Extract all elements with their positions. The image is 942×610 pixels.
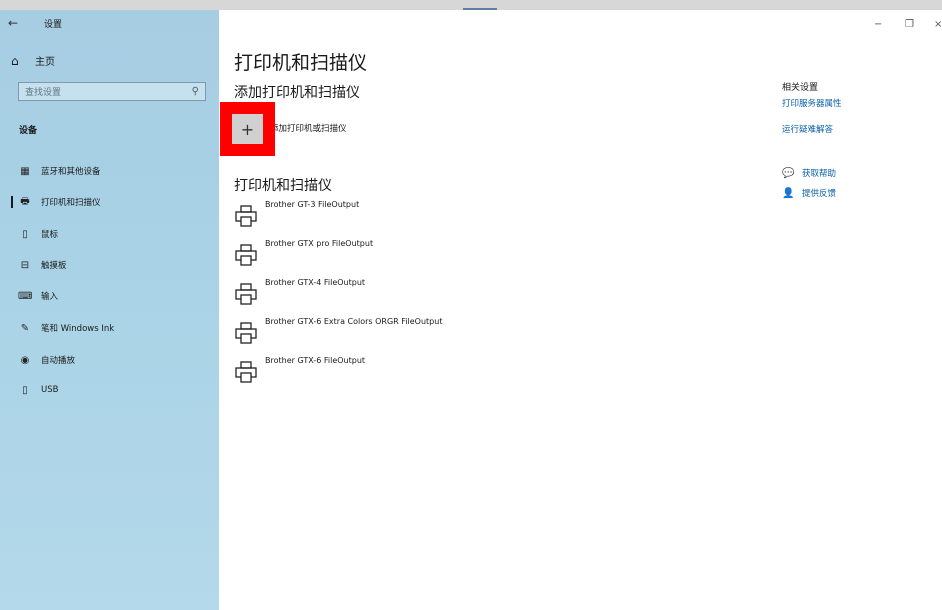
search-icon: ⚲ [191,86,199,97]
bluetooth-devices-icon: ▦ [20,165,30,177]
printer-icon [235,205,257,227]
window-title: 设置 [44,19,63,30]
printer-name: Brother GTX-6 FileOutput [265,356,366,365]
minimize-icon[interactable]: − [874,19,882,30]
back-arrow-icon[interactable]: ← [8,16,30,30]
printers-section-title: 打印机和扫描仪 [234,178,332,194]
printer-icon: 🖶 [20,195,30,207]
printer-icon [235,283,257,305]
sidebar-item-label: 蓝牙和其他设备 [41,167,101,177]
mouse-icon: ▯ [22,228,28,240]
sidebar-item-label: 鼠标 [41,230,59,240]
printer-icon [235,244,257,266]
printer-name: Brother GTX pro FileOutput [265,239,374,248]
get-help-link[interactable]: 💬 获取帮助 [782,167,837,180]
printer-name: Brother GTX-6 Extra Colors ORGR FileOutp… [265,317,443,326]
top-strip [0,0,942,10]
search-input[interactable]: 查找设置 ⚲ [18,82,206,101]
help-icon: 💬 [782,167,795,179]
sidebar-item-touchpad[interactable]: ⊟ 触摸板 [0,254,219,276]
sidebar-item-mouse[interactable]: ▯ 鼠标 [0,223,219,245]
printer-icon [235,322,257,344]
sidebar-home[interactable]: ⌂ 主页 [11,53,55,69]
sidebar-item-label: 自动播放 [41,356,76,366]
feedback-link[interactable]: 👤 提供反馈 [782,187,837,200]
restore-icon[interactable]: ❐ [905,19,914,30]
sidebar-item-label: 触摸板 [41,261,67,271]
home-label: 主页 [35,57,55,68]
title-bar: ← 设置 [8,14,62,32]
highlight-box: + [220,102,275,156]
list-item[interactable]: Brother GTX-4 FileOutput [234,278,534,308]
keyboard-icon: ⌨ [18,290,33,302]
close-icon[interactable]: × [934,19,942,30]
printer-name: Brother GTX-4 FileOutput [265,278,366,287]
add-printer-label[interactable]: 添加打印机或扫描仪 [270,122,347,134]
page-title: 打印机和扫描仪 [234,52,368,74]
sidebar-item-typing[interactable]: ⌨ 输入 [0,285,219,307]
troubleshoot-link[interactable]: 运行疑难解答 [782,123,833,135]
sidebar-item-label: USB [41,385,59,395]
add-section-title: 添加打印机和扫描仪 [234,85,360,101]
sidebar-item-label: 输入 [41,292,59,302]
print-server-properties-link[interactable]: 打印服务器属性 [782,97,842,109]
sidebar-item-bluetooth[interactable]: ▦ 蓝牙和其他设备 [0,160,219,182]
sidebar-item-label: 打印机和扫描仪 [41,198,101,208]
sidebar-item-usb[interactable]: ▯ USB [0,379,219,401]
home-icon: ⌂ [11,53,19,68]
touchpad-icon: ⊟ [20,259,30,271]
feedback-icon: 👤 [782,187,795,199]
printer-icon [235,361,257,383]
sidebar-item-autoplay[interactable]: ◉ 自动播放 [0,349,219,371]
plus-icon: + [240,119,255,139]
sidebar-item-label: 笔和 Windows Ink [41,324,115,334]
get-help-label: 获取帮助 [802,169,837,179]
list-item[interactable]: Brother GT-3 FileOutput [234,200,534,230]
pen-icon: ✎ [20,322,30,334]
list-item[interactable]: Brother GTX pro FileOutput [234,239,534,269]
sidebar-item-pen[interactable]: ✎ 笔和 Windows Ink [0,317,219,339]
feedback-label: 提供反馈 [802,189,837,199]
usb-icon: ▯ [22,384,28,396]
sidebar-item-printers[interactable]: 🖶 打印机和扫描仪 [0,191,219,213]
main-pane: − ❐ × 打印机和扫描仪 添加打印机和扫描仪 + 添加打印机或扫描仪 打印机和… [219,10,942,610]
list-item[interactable]: Brother GTX-6 FileOutput [234,356,534,386]
related-settings-heading: 相关设置 [782,83,819,93]
list-item[interactable]: Brother GTX-6 Extra Colors ORGR FileOutp… [234,317,534,347]
add-printer-button-highlighted[interactable]: + [232,114,263,144]
search-placeholder: 查找设置 [25,88,62,98]
printer-name: Brother GT-3 FileOutput [265,200,360,209]
section-devices: 设备 [19,126,38,136]
sidebar: ← 设置 ⌂ 主页 查找设置 ⚲ 设备 ▦ 蓝牙和其他设备 🖶 打印机和扫描仪 … [0,10,219,610]
autoplay-icon: ◉ [20,354,30,366]
